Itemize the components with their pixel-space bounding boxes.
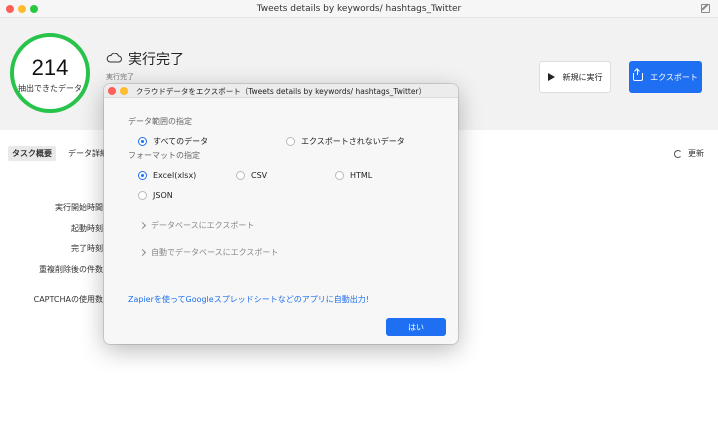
cloud-icon bbox=[106, 53, 122, 63]
range-option-unexported-label: エクスポートされないデータ bbox=[301, 137, 405, 146]
upload-icon bbox=[633, 69, 644, 81]
window-titlebar: Tweets details by keywords/ hashtags_Twi… bbox=[0, 0, 718, 18]
extracted-count-ring: 214 抽出できたデータ bbox=[10, 33, 90, 113]
format-option-xlsx[interactable]: Excel(xlsx) bbox=[138, 171, 196, 180]
field-captcha-count: CAPTCHAの使用数 bbox=[33, 295, 103, 304]
format-option-json-label: JSON bbox=[153, 191, 173, 200]
range-option-unexported[interactable]: エクスポートされないデータ bbox=[286, 136, 405, 147]
radio-unchecked-icon bbox=[236, 171, 245, 180]
radio-unchecked-icon bbox=[286, 137, 295, 146]
refresh-button[interactable]: 更新 bbox=[674, 148, 704, 159]
refresh-icon bbox=[674, 149, 682, 158]
expand-export-to-database[interactable]: データベースにエクスポート bbox=[138, 220, 255, 231]
new-run-button[interactable]: 新規に実行 bbox=[539, 61, 611, 93]
format-option-csv-label: CSV bbox=[251, 171, 268, 180]
format-option-json[interactable]: JSON bbox=[138, 191, 173, 200]
radio-checked-icon bbox=[138, 137, 147, 146]
data-range-title: データ範囲の指定 bbox=[128, 117, 192, 126]
extracted-count: 214 bbox=[31, 55, 69, 80]
tab-task-overview[interactable]: タスク概要 bbox=[8, 146, 56, 161]
edit-icon[interactable] bbox=[701, 4, 710, 13]
field-complete-time: 完了時刻 bbox=[71, 244, 103, 253]
export-dialog: クラウドデータをエクスポート（Tweets details by keyword… bbox=[104, 84, 458, 344]
expand-auto-export-to-database[interactable]: 自動でデータベースにエクスポート bbox=[138, 247, 279, 258]
radio-checked-icon bbox=[138, 171, 147, 180]
format-option-html-label: HTML bbox=[350, 171, 373, 180]
expand-auto-export-label: 自動でデータベースにエクスポート bbox=[151, 248, 279, 257]
format-option-html[interactable]: HTML bbox=[335, 171, 372, 180]
export-button[interactable]: エクスポート bbox=[629, 61, 702, 93]
chevron-right-icon bbox=[138, 221, 147, 230]
field-start-time: 実行開始時間 bbox=[55, 203, 103, 212]
run-status-subtitle: 実行完了 bbox=[106, 73, 134, 81]
export-label: エクスポート bbox=[650, 72, 698, 82]
window-title: Tweets details by keywords/ hashtags_Twi… bbox=[256, 4, 462, 14]
new-run-label: 新規に実行 bbox=[562, 72, 603, 82]
extracted-count-label: 抽出できたデータ bbox=[18, 84, 82, 93]
format-option-csv[interactable]: CSV bbox=[236, 171, 267, 180]
field-dedup-count: 重複削除後の件数 bbox=[39, 265, 103, 274]
field-launch-time: 起動時刻 bbox=[71, 224, 103, 233]
format-option-xlsx-label: Excel(xlsx) bbox=[153, 171, 197, 180]
range-option-all-label: すべてのデータ bbox=[153, 137, 209, 146]
play-icon bbox=[547, 73, 555, 81]
zapier-link[interactable]: Zapierを使ってGoogleスプレッドシートなどのアプリに自動出力! bbox=[128, 294, 369, 305]
format-title: フォーマットの指定 bbox=[128, 151, 200, 160]
run-status-title: 実行完了 bbox=[128, 52, 184, 68]
dialog-titlebar: クラウドデータをエクスポート（Tweets details by keyword… bbox=[104, 84, 458, 98]
radio-unchecked-icon bbox=[335, 171, 344, 180]
expand-export-to-database-label: データベースにエクスポート bbox=[151, 221, 255, 230]
range-option-all[interactable]: すべてのデータ bbox=[138, 136, 208, 147]
dialog-title: クラウドデータをエクスポート（Tweets details by keyword… bbox=[135, 87, 427, 96]
chevron-right-icon bbox=[138, 248, 147, 257]
ok-button[interactable]: はい bbox=[386, 318, 446, 336]
refresh-label: 更新 bbox=[688, 149, 704, 158]
radio-unchecked-icon bbox=[138, 191, 147, 200]
